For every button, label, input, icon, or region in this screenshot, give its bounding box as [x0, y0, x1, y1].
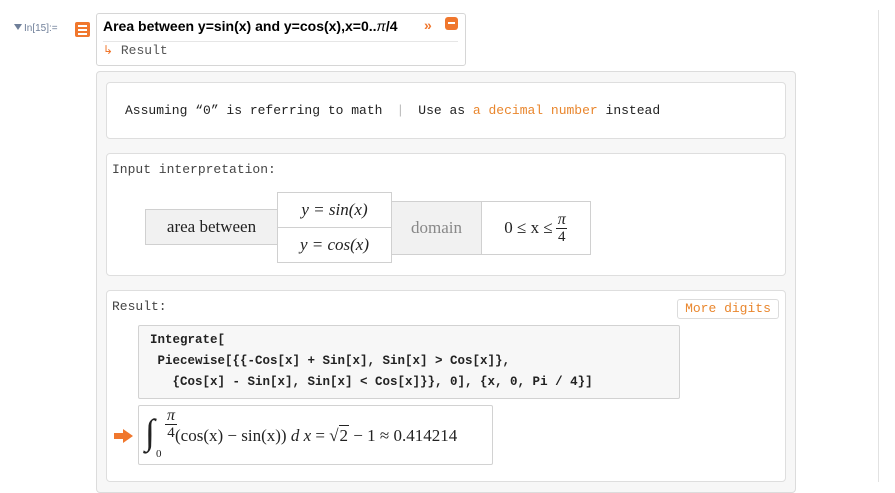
- query-divider: [103, 41, 458, 42]
- decimal-number-link[interactable]: a decimal number: [473, 103, 598, 118]
- result-title: Result:: [112, 299, 167, 314]
- function-1-cell: y = sin(x): [277, 192, 392, 228]
- area-between-cell: area between: [145, 209, 278, 245]
- wolfram-toggle-icon[interactable]: [75, 22, 90, 37]
- function-2-cell: y = cos(x): [277, 227, 392, 263]
- integral-result-box[interactable]: ∫ π 4 0 (cos(x) − sin(x)) d x = √2 − 1 ≈…: [138, 405, 493, 465]
- integral-sign: ∫: [145, 412, 155, 452]
- scroll-divider: [878, 10, 879, 482]
- collapse-triangle-icon[interactable]: [14, 24, 22, 30]
- more-digits-button[interactable]: More digits: [677, 299, 779, 319]
- query-text[interactable]: Area between y=sin(x) and y=cos(x),x=0..…: [103, 18, 398, 34]
- collapse-minus-icon[interactable]: [445, 17, 458, 30]
- expand-chevron-icon[interactable]: »: [424, 17, 432, 33]
- result-link[interactable]: ↳ Result: [103, 43, 168, 58]
- domain-label-cell: domain: [391, 201, 482, 255]
- input-interpretation-title: Input interpretation:: [112, 162, 276, 177]
- integral-expression: (cos(x) − sin(x)) d x = √2 − 1 ≈ 0.41421…: [175, 425, 458, 445]
- result-arrow-icon: ↳: [103, 43, 114, 57]
- code-line: Integrate[: [150, 333, 226, 347]
- code-line: Piecewise[{{-Cos[x] + Sin[x], Sin[x] > C…: [150, 354, 511, 368]
- input-cell-label[interactable]: In[15]:=: [14, 23, 58, 34]
- domain-value-cell: 0 ≤ x ≤ π 4: [481, 201, 591, 255]
- pi-over-4-fraction: π 4: [555, 210, 568, 245]
- lower-limit: 0: [156, 448, 162, 460]
- result-arrow-marker-icon: [114, 428, 134, 447]
- code-line: {Cos[x] - Sin[x], Sin[x] < Cos[x]}}, 0],…: [150, 375, 593, 389]
- code-output-box[interactable]: Integrate[ Piecewise[{{-Cos[x] + Sin[x],…: [138, 325, 680, 399]
- assumption-text: Assuming “0” is referring to math | Use as…: [125, 103, 661, 118]
